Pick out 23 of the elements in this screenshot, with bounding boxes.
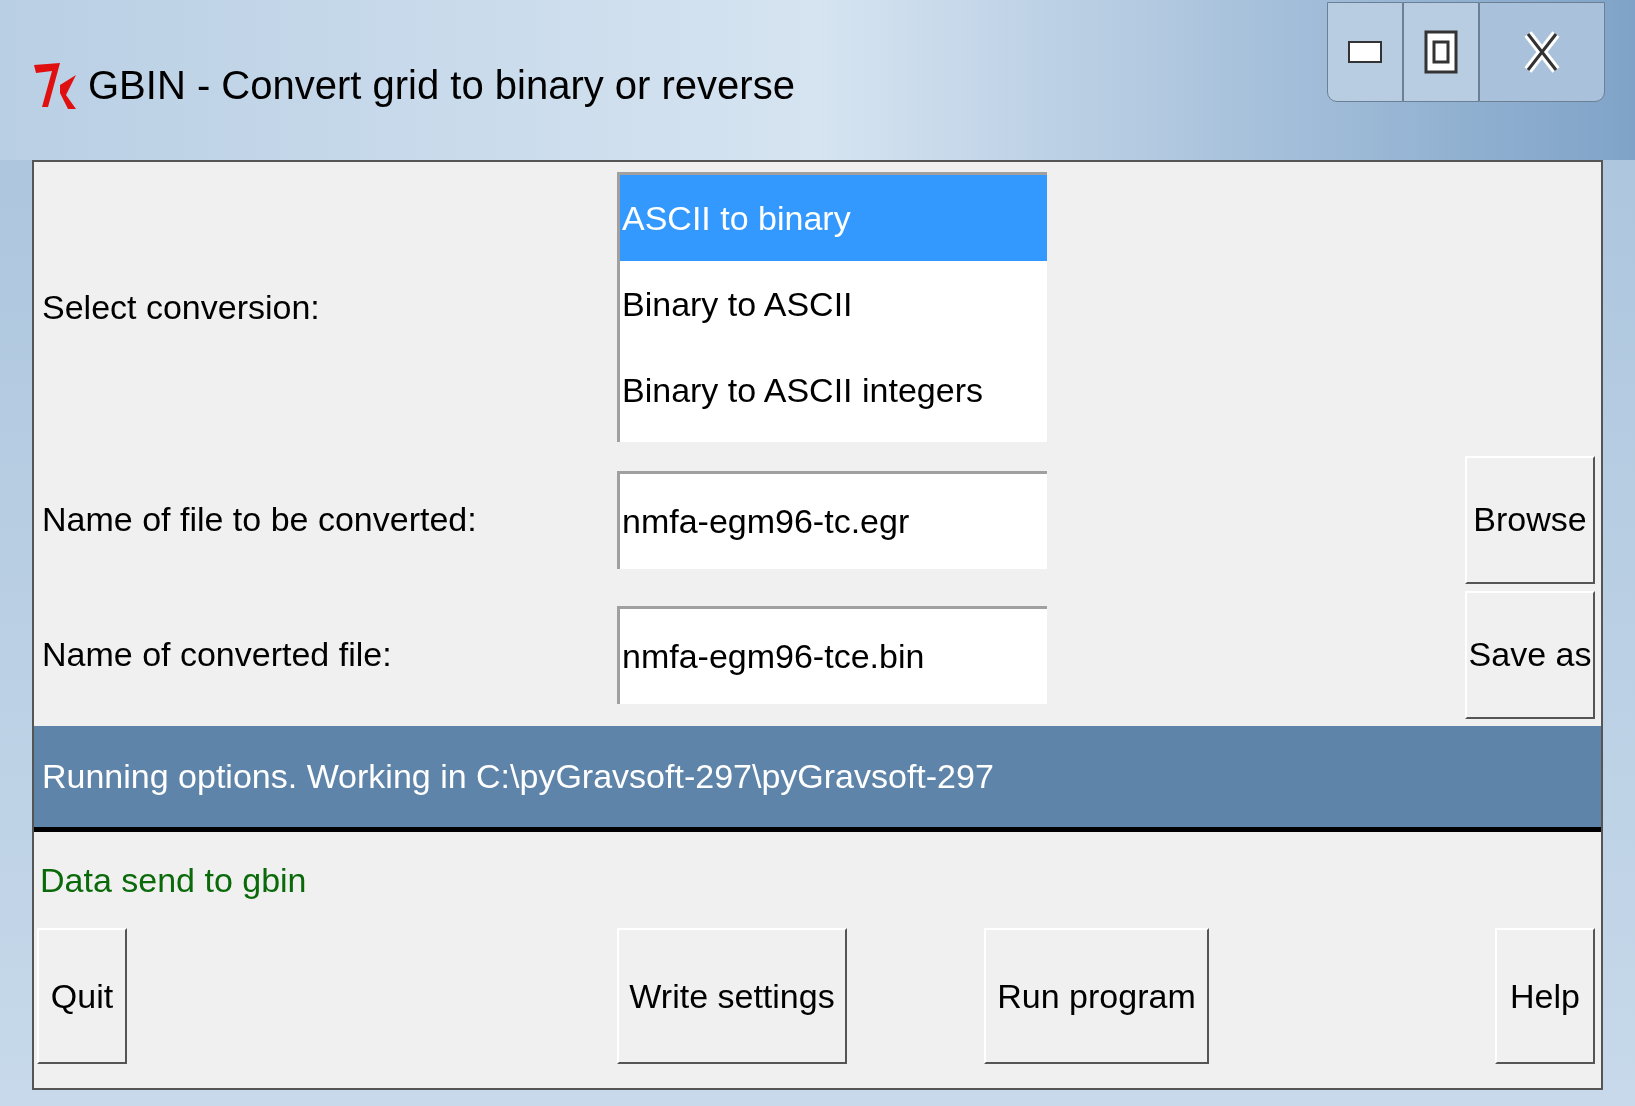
field-label: Name of file to be converted: — [42, 499, 478, 540]
options-bar: Running options. Working in C:\pyGravsoft-297\pyGravsoft-297 — [34, 726, 1601, 832]
window-title: GBIN - Convert grid to binary or reverse — [88, 62, 795, 109]
list-item[interactable]: Binary to ASCII integers — [620, 347, 1047, 433]
browse-button[interactable]: Browse — [1465, 455, 1595, 584]
file-name-field[interactable]: nmfa-egm96-tc.egr — [617, 470, 1047, 569]
action-button[interactable]: Write settings — [617, 928, 847, 1064]
close-button[interactable] — [1479, 2, 1605, 102]
field-label: Name of converted file: — [42, 634, 393, 675]
action-button[interactable]: Run program — [984, 928, 1209, 1064]
field-label: Select conversion: — [42, 286, 321, 328]
action-button[interactable]: Quit — [37, 928, 127, 1064]
close-icon — [1524, 30, 1560, 74]
action-button[interactable]: Help — [1495, 928, 1595, 1064]
conversion-list[interactable]: ASCII to binary Binary to ASCII Binary to ASCII integers — [617, 172, 1047, 442]
minimize-icon — [1348, 41, 1382, 63]
status-text: Data send to gbin — [39, 859, 308, 901]
list-item[interactable]: Binary to ASCII — [620, 261, 1047, 347]
file-name-field[interactable]: nmfa-egm96-tce.bin — [617, 605, 1047, 704]
save-as-button[interactable]: Save as — [1465, 590, 1595, 719]
minimize-button[interactable] — [1327, 2, 1403, 102]
maximize-icon — [1424, 30, 1458, 74]
maximize-button[interactable] — [1403, 2, 1479, 102]
